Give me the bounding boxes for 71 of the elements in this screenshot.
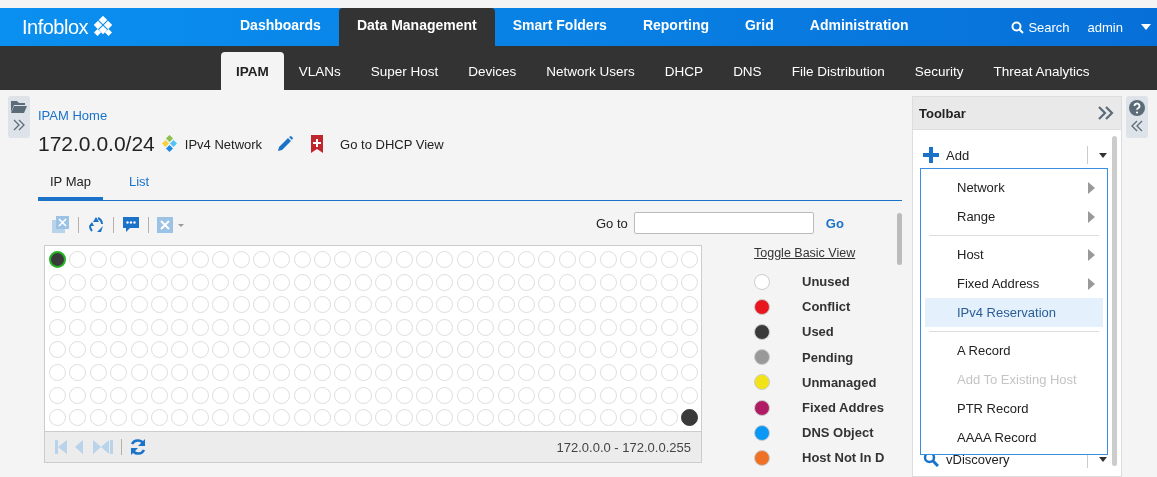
- comment-icon[interactable]: [122, 216, 140, 234]
- sub-nav-tab[interactable]: DHCP: [649, 52, 719, 90]
- legend-label: Host Not In D: [802, 450, 885, 466]
- discovery-button[interactable]: vDiscovery: [946, 451, 1010, 467]
- menu-item[interactable]: Range: [925, 202, 1103, 231]
- address-range: 172.0.0.0 - 172.0.0.255: [556, 439, 691, 455]
- legend-label: Unused: [802, 274, 850, 290]
- nav-tab[interactable]: Dashboards: [222, 8, 339, 46]
- breadcrumb-link[interactable]: IPAM Home: [38, 108, 108, 123]
- bookmark-plus-icon[interactable]: [310, 135, 325, 153]
- scrollbar[interactable]: [1112, 136, 1117, 466]
- sub-nav-tab[interactable]: Super Host: [355, 52, 454, 90]
- nav-tab[interactable]: Administration: [791, 8, 927, 46]
- expand-icon: [1131, 120, 1143, 132]
- help-icon: [1129, 100, 1145, 116]
- network-address: 172.0.0.0/24: [38, 132, 155, 156]
- delete-dropdown-icon[interactable]: [157, 216, 185, 234]
- menu-item[interactable]: PTR Record: [925, 394, 1103, 423]
- user-menu[interactable]: admin: [1087, 19, 1123, 35]
- ip-address-cell[interactable]: [681, 409, 699, 427]
- remove-copy-icon[interactable]: [52, 216, 70, 234]
- menu-item[interactable]: Host: [925, 240, 1103, 269]
- panel-title: Toolbar: [919, 105, 966, 121]
- caret-icon[interactable]: [1099, 152, 1107, 158]
- edit-icon[interactable]: [276, 135, 295, 153]
- ip-address-cell[interactable]: [49, 251, 66, 268]
- sub-nav-tab[interactable]: Devices: [453, 52, 532, 90]
- left-collapse-strip[interactable]: [8, 96, 30, 138]
- legend-label: Fixed Addres: [802, 400, 884, 416]
- nav-tab[interactable]: Reporting: [624, 8, 727, 46]
- menu-item[interactable]: A Record: [925, 336, 1103, 365]
- refresh-icon[interactable]: [128, 437, 148, 458]
- sub-nav-tab[interactable]: VLANs: [283, 52, 356, 90]
- view-tab[interactable]: List: [116, 174, 162, 200]
- menu-item[interactable]: AAAA Record: [925, 423, 1103, 452]
- sub-nav-tab[interactable]: File Distribution: [776, 52, 900, 90]
- nav-tab[interactable]: Smart Folders: [494, 8, 625, 46]
- network-icon: [160, 135, 179, 153]
- sub-nav-tab[interactable]: Threat Analytics: [978, 52, 1105, 90]
- scrollbar[interactable]: [897, 213, 902, 265]
- goto-label: Go to: [596, 215, 628, 231]
- folder-icon: [11, 100, 27, 113]
- legend-label: DNS Object: [802, 425, 874, 441]
- nav-tab[interactable]: Grid: [727, 8, 792, 46]
- search-link[interactable]: Search: [1011, 19, 1070, 35]
- legend-label: Conflict: [802, 299, 851, 315]
- logo-diamonds-icon: [92, 16, 115, 38]
- collapse-icon[interactable]: [1097, 106, 1115, 120]
- search-icon: [1011, 20, 1025, 34]
- nav-tab[interactable]: Data Management: [338, 8, 495, 46]
- menu-item[interactable]: Network: [925, 173, 1103, 202]
- legend-label: Used: [802, 324, 834, 340]
- view-tab[interactable]: IP Map: [38, 174, 103, 200]
- legend-label: Unmanaged: [802, 374, 877, 390]
- right-collapse-strip[interactable]: [1126, 96, 1148, 138]
- add-button[interactable]: Add: [946, 147, 970, 163]
- pagination-arrows-icon[interactable]: [55, 439, 115, 456]
- menu-item[interactable]: IPv4 Reservation: [925, 298, 1103, 327]
- sub-nav-tab[interactable]: IPAM: [221, 52, 284, 90]
- dhcp-view-link[interactable]: Go to DHCP View: [340, 136, 444, 152]
- plus-icon: [923, 147, 939, 163]
- menu-item[interactable]: Fixed Address: [925, 269, 1103, 298]
- go-button[interactable]: Go: [825, 215, 844, 231]
- network-type: IPv4 Network: [184, 136, 263, 152]
- legend-label: Pending: [802, 349, 854, 365]
- recycle-icon[interactable]: [87, 216, 105, 234]
- sub-nav-tab[interactable]: Network Users: [531, 52, 650, 90]
- goto-field[interactable]: [633, 212, 814, 234]
- sub-nav-tab[interactable]: Security: [899, 52, 979, 90]
- toggle-view-link[interactable]: Toggle Basic View: [754, 246, 856, 260]
- sub-nav-tab[interactable]: DNS: [718, 52, 777, 90]
